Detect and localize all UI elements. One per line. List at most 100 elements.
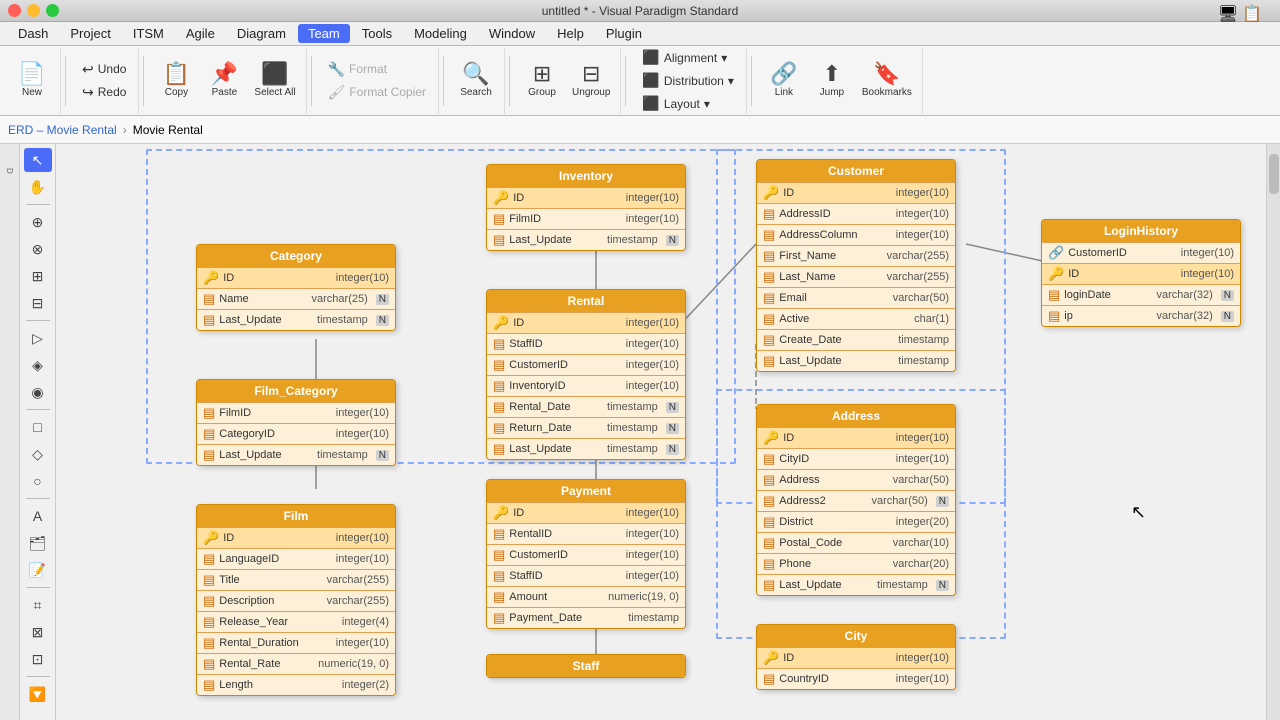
- table-payment-row-amount: ▤ Amount numeric(19, 0): [487, 586, 685, 607]
- tool-7[interactable]: ◉: [24, 380, 52, 404]
- menu-tools[interactable]: Tools: [352, 24, 402, 43]
- table-loginhistory-header: LoginHistory: [1042, 220, 1240, 242]
- table-rental-row-staffid: ▤ StaffID integer(10): [487, 333, 685, 354]
- panel-icon-1[interactable]: 🖥: [1218, 4, 1238, 24]
- select-icon: ⬛: [261, 63, 288, 85]
- undo-redo-group: ↩ Undo ↪ Redo: [76, 59, 132, 103]
- menu-itsm[interactable]: ITSM: [123, 24, 174, 43]
- table-film: Film 🔑 ID integer(10) ▤ LanguageID integ…: [196, 504, 396, 696]
- menu-help[interactable]: Help: [547, 24, 594, 43]
- table-customer-row-active: ▤ Active char(1): [757, 308, 955, 329]
- toolbar-sep-5: [509, 56, 510, 106]
- tool-15[interactable]: ⊠: [24, 620, 52, 644]
- tool-17[interactable]: 🔽: [24, 682, 52, 706]
- tool-8[interactable]: □: [24, 415, 52, 439]
- format-button[interactable]: 🔧 Format: [322, 59, 432, 80]
- table-rental-row-returndate: ▤ Return_Date timestamp N: [487, 417, 685, 438]
- table-category-row-update: ▤ Last_Update timestamp N: [197, 309, 395, 330]
- window-controls[interactable]: [8, 4, 59, 17]
- search-button[interactable]: 🔍 Search: [454, 61, 498, 100]
- menu-plugin[interactable]: Plugin: [596, 24, 652, 43]
- new-button[interactable]: 📄 New: [10, 61, 54, 100]
- table-film-row-id: 🔑 ID integer(10): [197, 527, 395, 548]
- menu-modeling[interactable]: Modeling: [404, 24, 477, 43]
- tool-12[interactable]: 🗂: [24, 531, 52, 555]
- table-rental-header: Rental: [487, 290, 685, 312]
- toolbar-sep-1: [65, 56, 66, 106]
- toolbar-new-group: 📄 New: [4, 48, 61, 114]
- close-button[interactable]: [8, 4, 21, 17]
- tool-4[interactable]: ⊟: [24, 291, 52, 315]
- menu-window[interactable]: Window: [479, 24, 545, 43]
- jump-icon: ⬆: [823, 63, 841, 85]
- tool-3[interactable]: ⊞: [24, 264, 52, 288]
- redo-button[interactable]: ↪ Redo: [76, 82, 132, 103]
- format-copier-button[interactable]: 🖌 Format Copier: [322, 82, 432, 103]
- jump-button[interactable]: ⬆ Jump: [810, 61, 854, 100]
- panel-icon-2[interactable]: 📋: [1242, 4, 1262, 24]
- tool-9[interactable]: ◇: [24, 442, 52, 466]
- tool-1[interactable]: ⊕: [24, 210, 52, 234]
- undo-button[interactable]: ↩ Undo: [76, 59, 132, 80]
- scrollbar-thumb[interactable]: [1269, 154, 1279, 194]
- maximize-button[interactable]: [46, 4, 59, 17]
- table-customer-row-firstname: ▤ First_Name varchar(255): [757, 245, 955, 266]
- tool-14[interactable]: ⌗: [24, 593, 52, 617]
- copy-button[interactable]: 📋 Copy: [154, 61, 198, 100]
- bookmarks-icon: 🔖: [873, 63, 900, 85]
- redo-icon: ↪: [82, 84, 94, 101]
- tool-6[interactable]: ◈: [24, 353, 52, 377]
- tool-5[interactable]: ▷: [24, 326, 52, 350]
- table-customer-row-addressid: ▤ AddressID integer(10): [757, 203, 955, 224]
- select-all-button[interactable]: ⬛ Select All: [250, 61, 299, 100]
- canvas[interactable]: Inventory 🔑 ID integer(10) ▤ FilmID inte…: [56, 144, 1266, 720]
- tool-2[interactable]: ⊗: [24, 237, 52, 261]
- distribution-button[interactable]: ⬛ Distribution ▾: [636, 70, 740, 91]
- tool-sep-3: [26, 409, 50, 410]
- menu-dash[interactable]: Dash: [8, 24, 58, 43]
- layout-icon: ⬛: [642, 95, 659, 112]
- table-film-category-row-categoryid: ▤ CategoryID integer(10): [197, 423, 395, 444]
- right-scrollbar[interactable]: [1266, 144, 1280, 720]
- table-film-row-languageid: ▤ LanguageID integer(10): [197, 548, 395, 569]
- table-address-row-update: ▤ Last_Update timestamp N: [757, 574, 955, 595]
- table-category-row-id: 🔑 ID integer(10): [197, 267, 395, 288]
- tool-pan[interactable]: ✋: [24, 175, 52, 199]
- menu-project[interactable]: Project: [60, 24, 120, 43]
- group-button[interactable]: ⊞ Group: [520, 61, 564, 100]
- menu-agile[interactable]: Agile: [176, 24, 225, 43]
- alignment-button[interactable]: ⬛ Alignment ▾: [636, 47, 740, 68]
- tool-16[interactable]: ⊡: [24, 647, 52, 671]
- table-film-row-title: ▤ Title varchar(255): [197, 569, 395, 590]
- main: D ↖ ✋ ⊕ ⊗ ⊞ ⊟ ▷ ◈ ◉ □ ◇ ○ A 🗂 📝 ⌗ ⊠ ⊡ 🔽: [0, 144, 1280, 720]
- table-payment-row-staffid: ▤ StaffID integer(10): [487, 565, 685, 586]
- new-icon: 📄: [18, 63, 45, 85]
- tool-10[interactable]: ○: [24, 469, 52, 493]
- table-loginhistory-row-ip: ▤ ip varchar(32) N: [1042, 305, 1240, 326]
- undo-label: Undo: [98, 62, 127, 76]
- tool-11[interactable]: A: [24, 504, 52, 528]
- table-inventory: Inventory 🔑 ID integer(10) ▤ FilmID inte…: [486, 164, 686, 251]
- tool-sep-5: [26, 587, 50, 588]
- table-address-row-postal: ▤ Postal_Code varchar(10): [757, 532, 955, 553]
- search-label: Search: [460, 87, 492, 98]
- table-film-row-desc: ▤ Description varchar(255): [197, 590, 395, 611]
- menu-diagram[interactable]: Diagram: [227, 24, 296, 43]
- breadcrumb-root[interactable]: ERD – Movie Rental: [8, 123, 117, 137]
- table-loginhistory-row-customerid: 🔗 CustomerID integer(10): [1042, 242, 1240, 263]
- tool-13[interactable]: 📝: [24, 558, 52, 582]
- table-city: City 🔑 ID integer(10) ▤ CountryID intege…: [756, 624, 956, 690]
- toolbar-search-group: 🔍 Search: [448, 48, 505, 114]
- tool-select[interactable]: ↖: [24, 148, 52, 172]
- copy-icon: 📋: [163, 63, 190, 85]
- layout-button[interactable]: ⬛ Layout ▾: [636, 93, 740, 114]
- link-button[interactable]: 🔗 Link: [762, 61, 806, 100]
- paste-button[interactable]: 📌 Paste: [202, 61, 246, 100]
- bookmarks-button[interactable]: 🔖 Bookmarks: [858, 61, 916, 100]
- toolbar-sep-6: [625, 56, 626, 106]
- menu-team[interactable]: Team: [298, 24, 350, 43]
- ungroup-button[interactable]: ⊟ Ungroup: [568, 61, 614, 100]
- toolbar-sep-2: [143, 56, 144, 106]
- tool-sep-2: [26, 320, 50, 321]
- minimize-button[interactable]: [27, 4, 40, 17]
